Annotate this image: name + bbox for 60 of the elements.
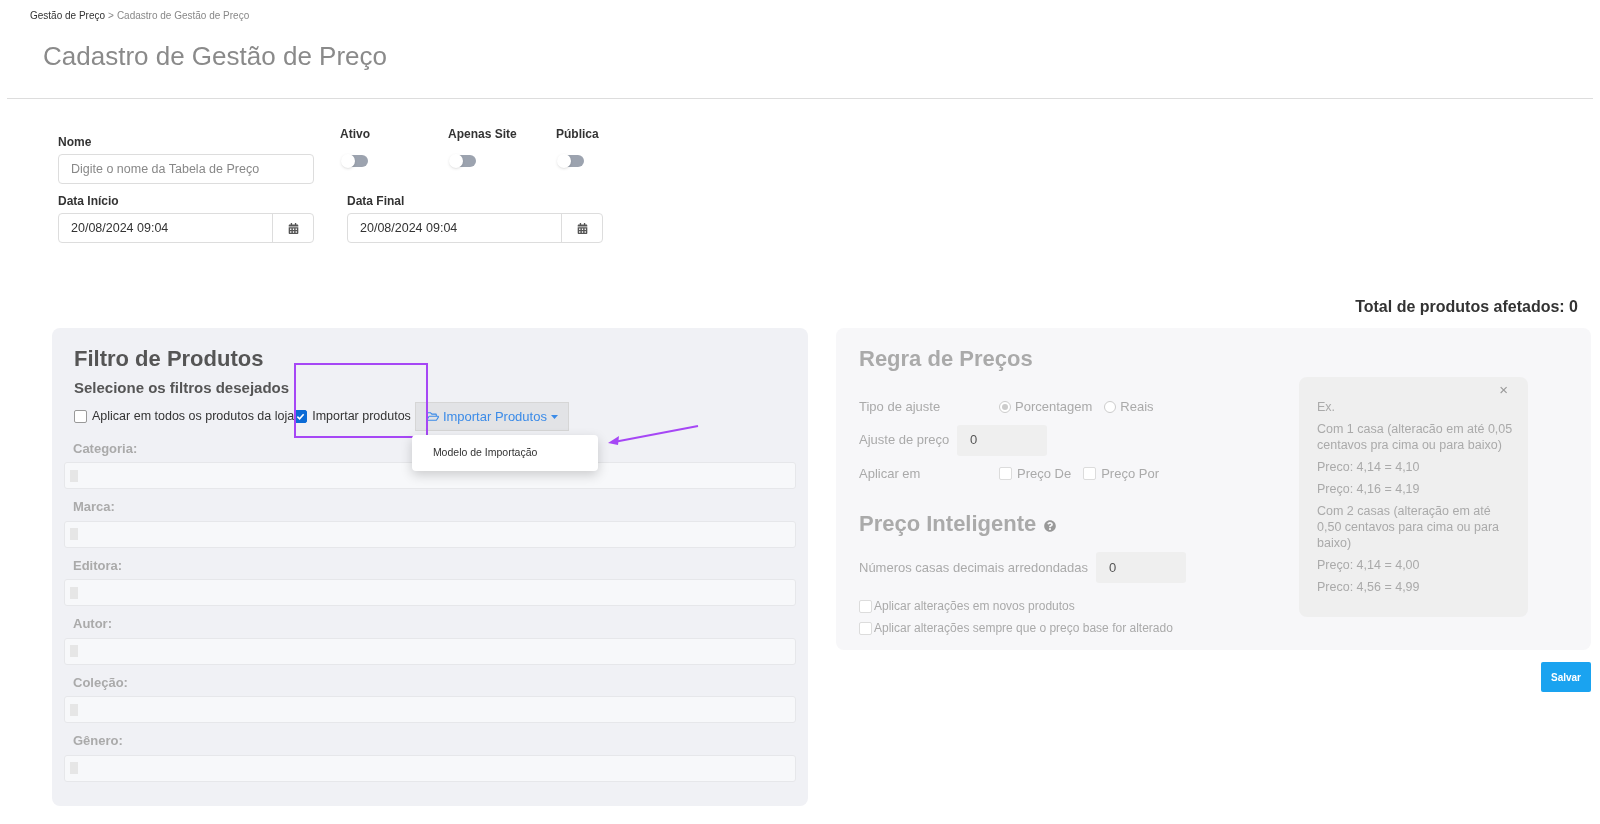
field-label: Nome (58, 134, 93, 151)
help-icon[interactable] (1044, 519, 1057, 532)
checkbox-label: Aplicar alterações sempre que o preço base for alterado (874, 620, 1173, 637)
toggle-label: Apenas Site (448, 126, 518, 143)
filter-label: Coleção: (73, 673, 128, 692)
folder-icon (425, 410, 439, 423)
calendar-icon[interactable] (287, 222, 299, 234)
caret-icon (550, 414, 558, 419)
radio-button[interactable] (999, 400, 1011, 413)
panel-title: Regra de Preços (859, 345, 1034, 373)
date-input[interactable]: 20/08/2024 09:04 (58, 213, 314, 243)
total-affected: Total de produtos afetados: 0 (1355, 297, 1578, 317)
example-text: Preco: 4,56 = 4,99 (1317, 579, 1421, 595)
example-text: Preço: 4,16 = 4,19 (1317, 481, 1421, 497)
radio-label: Reais (1120, 398, 1154, 416)
checkbox-label: Importar produtos (312, 408, 411, 426)
example-text: Com 1 casa (alteracão em até 0,05 centavos pra cima ou para baixo) (1317, 421, 1514, 453)
checkbox-label: Aplicar em todos os produtos da loja (92, 408, 295, 426)
section-title: Preço Inteligente (859, 510, 1037, 538)
decimals-input[interactable]: 0 (1096, 552, 1187, 583)
field-label: Ajuste de preço (859, 431, 951, 450)
field-label: Data Início (58, 193, 120, 210)
filter-input[interactable] (64, 462, 796, 489)
filter-label: Categoria: (73, 439, 138, 458)
toggle-label: Ativo (340, 126, 371, 143)
calendar-icon[interactable] (576, 222, 588, 234)
example-text: Preço: 4,14 = 4,00 (1317, 557, 1421, 573)
checkbox-label: Aplicar alterações em novos produtos (874, 598, 1075, 615)
example-text: Preco: 4,14 = 4,10 (1317, 459, 1421, 475)
date-input[interactable]: 20/08/2024 09:04 (347, 213, 603, 243)
panel-subtitle: Selecione os filtros desejados (74, 378, 291, 398)
date-value: 20/08/2024 09:04 (359, 219, 459, 237)
name-input[interactable]: Digite o nome da Tabela de Preço (58, 154, 314, 184)
field-label: Aplicar em (859, 464, 922, 483)
breadcrumb-current: Cadastro de Gestão de Preço (116, 10, 250, 21)
field-label: Números casas decimais arredondadas (859, 558, 1089, 577)
checkbox-label: Preço De (1017, 464, 1072, 483)
date-value: 20/08/2024 09:04 (70, 219, 170, 237)
menu-item[interactable]: Modelo de Importação (411, 442, 598, 464)
checkbox[interactable] (74, 410, 87, 423)
panel-title: Filtro de Produtos (74, 345, 265, 373)
example-text: Com 2 casas (alteração em até 0,50 centavos para cima ou para baixo) (1317, 503, 1501, 551)
breadcrumb-link[interactable]: Gestão de Preço (30, 10, 106, 21)
toggle-switch[interactable] (558, 155, 584, 167)
filter-label: Editora: (73, 556, 123, 575)
page-title: Cadastro de Gestão de Preço (43, 40, 388, 73)
breadcrumb-separator: > (108, 10, 114, 21)
radio-label: Porcentagem (1015, 398, 1093, 416)
field-label: Tipo de ajuste (859, 398, 942, 416)
toggle-switch[interactable] (450, 155, 476, 167)
radio-button[interactable] (1104, 400, 1117, 413)
example-text: Ex. (1317, 399, 1337, 415)
price-adjust-input[interactable]: 0 (957, 424, 1047, 456)
toggle-label: Pública (556, 126, 600, 143)
filter-label: Autor: (73, 615, 112, 633)
filter-label: Gênero: (73, 732, 123, 750)
checkbox-label: Preço Por (1101, 464, 1159, 483)
field-label: Data Final (347, 193, 406, 210)
filter-label: Marca: (73, 498, 115, 516)
toggle-switch[interactable] (342, 155, 368, 167)
